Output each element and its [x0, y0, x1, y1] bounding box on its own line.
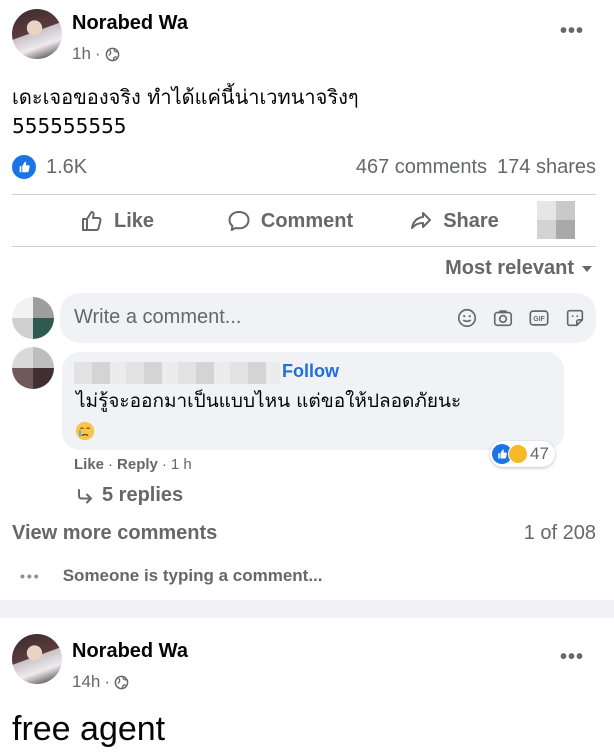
comment-like-button[interactable]: Like — [74, 456, 104, 473]
author-avatar[interactable] — [12, 9, 62, 59]
comment-label: Comment — [260, 209, 354, 232]
author-avatar[interactable] — [12, 634, 62, 684]
like-icon — [81, 211, 102, 231]
post-timestamp[interactable]: 14h · — [72, 672, 129, 692]
sort-label: Most relevant — [445, 257, 574, 279]
comment-input-placeholder: Write a comment... — [74, 306, 242, 328]
comment-bubble: Follow ไม่รู้จะออกมาเป็นแบบไหน แต่ขอให้ป… — [62, 352, 564, 450]
post-text: free agent — [12, 710, 166, 748]
comment-reply-button[interactable]: Reply — [117, 456, 158, 473]
view-replies-button[interactable]: 5 replies — [76, 484, 183, 507]
caret-down-icon — [582, 265, 592, 272]
comment-meta: Like · Reply · 1 h — [74, 456, 192, 473]
commenter-name-redacted[interactable] — [74, 362, 280, 384]
comments-page-count: 1 of 208 — [523, 522, 596, 544]
camera-icon[interactable] — [492, 307, 514, 329]
post-timestamp[interactable]: 1h · — [72, 44, 120, 64]
comment-input[interactable]: Write a comment... GIF — [60, 293, 596, 343]
share-label: Share — [443, 209, 499, 232]
post-card: Norabed Wa 14h · ••• free agent — [0, 618, 614, 752]
reply-arrow-icon — [78, 488, 92, 503]
post-card: Norabed Wa 1h · ••• เดะเจอของจริง ทำได้แ… — [0, 0, 614, 600]
follow-button[interactable]: Follow — [282, 361, 339, 382]
sort-comments-dropdown[interactable]: Most relevant — [445, 257, 592, 280]
globe-icon — [114, 675, 129, 689]
globe-icon — [105, 47, 119, 61]
more-options-button[interactable]: ••• — [560, 646, 584, 669]
typing-indicator: ••• Someone is typing a comment... — [20, 566, 323, 586]
shares-count[interactable]: 174 shares — [497, 156, 596, 179]
reactions-count[interactable]: 1.6K — [46, 156, 87, 179]
smile-icon[interactable] — [456, 307, 478, 329]
crying-emoji-icon — [75, 421, 95, 441]
comment-reactions[interactable]: 47 — [490, 441, 555, 467]
comment-icon — [228, 211, 250, 231]
more-options-button[interactable]: ••• — [560, 20, 584, 43]
comment-button[interactable]: Comment — [210, 209, 370, 233]
gif-icon[interactable]: GIF — [528, 307, 550, 329]
comment-reactions-count: 47 — [530, 444, 549, 463]
post-time-text: 14h — [72, 672, 101, 691]
like-reaction-icon[interactable] — [12, 155, 36, 179]
comment-input-tools: GIF — [456, 307, 586, 329]
sticker-icon[interactable] — [564, 307, 586, 329]
typing-text: Someone is typing a comment... — [62, 566, 323, 585]
svg-text:GIF: GIF — [533, 316, 544, 323]
care-reaction-icon — [508, 444, 528, 464]
share-as-avatar[interactable] — [537, 201, 575, 239]
divider — [12, 194, 596, 195]
author-name[interactable]: Norabed Wa — [72, 640, 188, 663]
post-actions: Like Comment Share — [12, 196, 596, 246]
view-more-comments-button[interactable]: View more comments — [12, 522, 217, 545]
comment-text: ไม่รู้จะออกมาเป็นแบบไหน แต่ขอให้ปลอดภัยน… — [76, 390, 462, 412]
share-icon — [411, 212, 432, 229]
current-user-avatar — [12, 297, 54, 339]
post-time-text: 1h — [72, 44, 91, 63]
like-label: Like — [113, 209, 155, 232]
comments-count[interactable]: 467 comments — [356, 156, 487, 179]
commenter-avatar[interactable] — [12, 347, 54, 389]
divider — [12, 246, 596, 247]
author-name[interactable]: Norabed Wa — [72, 12, 188, 35]
post-text-line2: 555555555 — [12, 114, 127, 138]
reactions-bar: 1.6K 467 comments 174 shares — [12, 152, 596, 182]
replies-label: 5 replies — [102, 484, 184, 506]
typing-dots-icon: ••• — [20, 568, 41, 584]
post-stats: 467 comments 174 shares — [356, 156, 596, 179]
share-button[interactable]: Share — [394, 209, 514, 233]
post-text-line1: เดะเจอของจริง ทำได้แค่นี้น่าเวทนาจริงๆ — [12, 85, 359, 109]
like-button[interactable]: Like — [42, 209, 192, 233]
comment-time[interactable]: 1 h — [171, 456, 192, 473]
